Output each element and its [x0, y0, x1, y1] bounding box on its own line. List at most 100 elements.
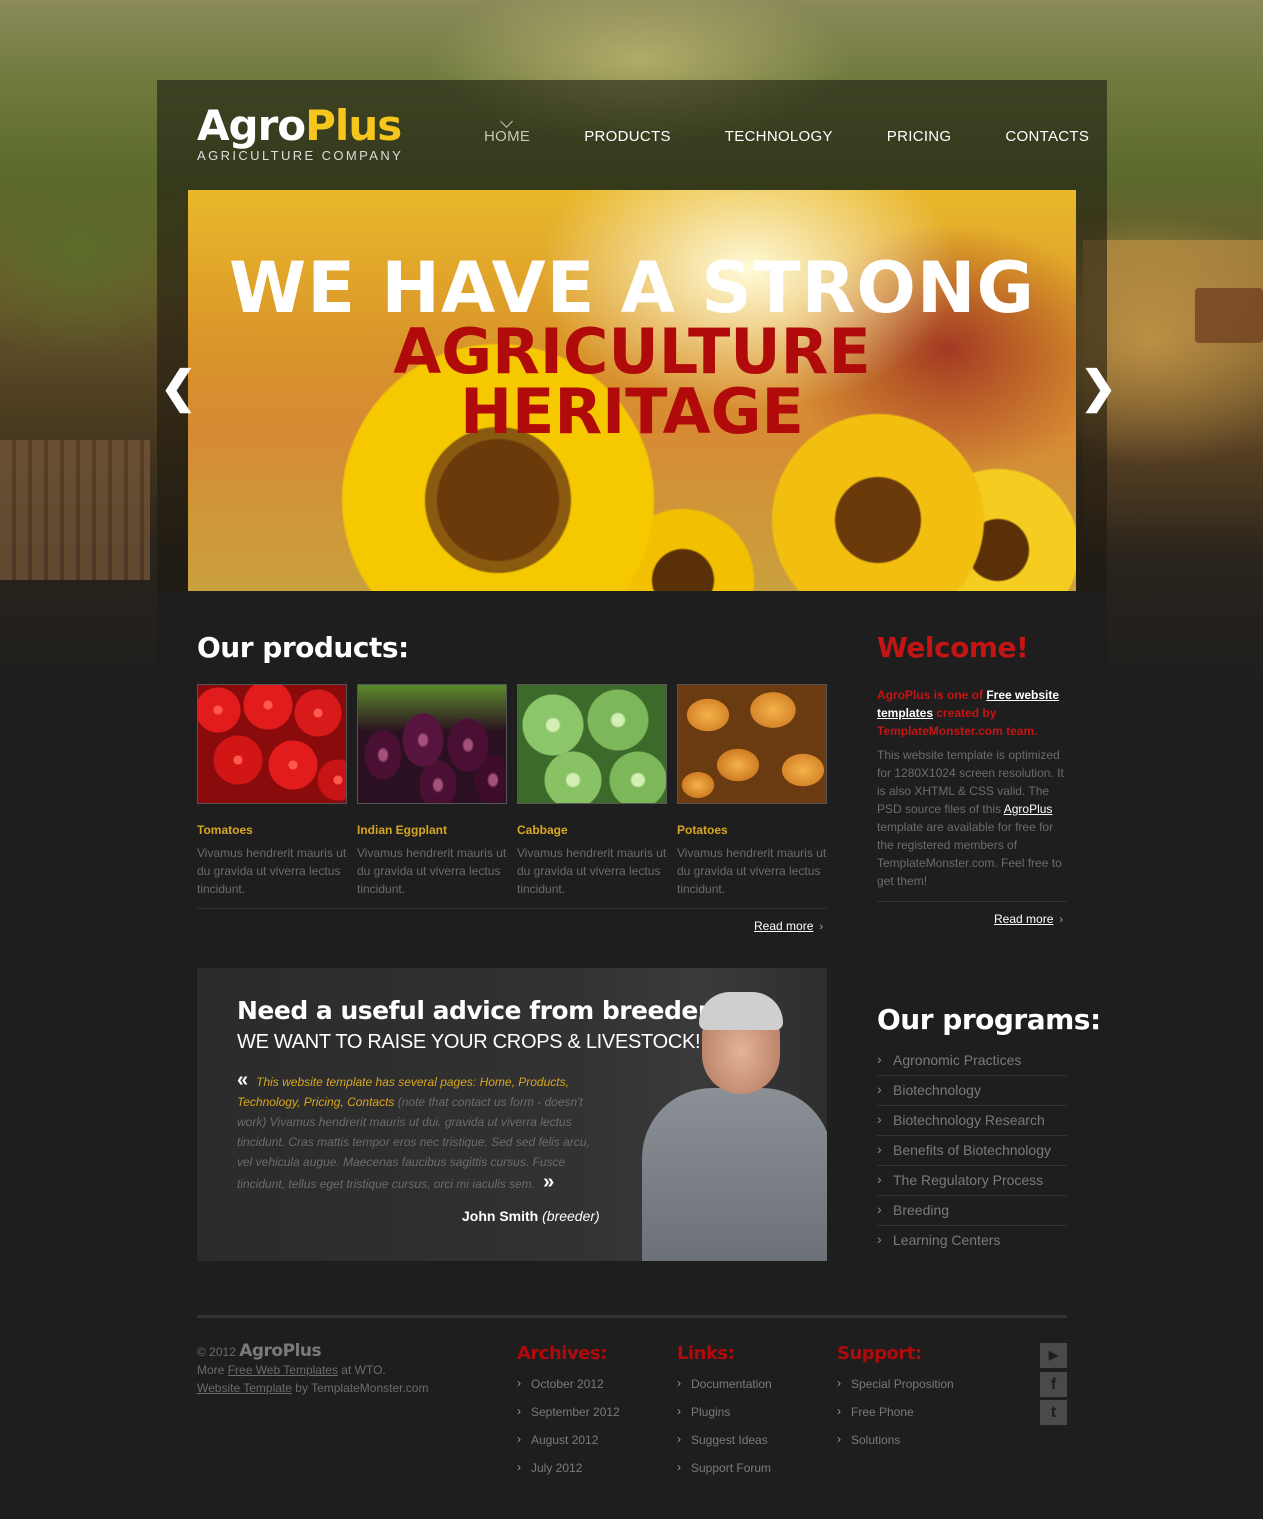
- footer-link[interactable]: Plugins: [677, 1404, 772, 1420]
- nav-contacts[interactable]: CONTACTS: [1005, 128, 1089, 145]
- chevron-right-icon: ›: [819, 921, 824, 933]
- support-link[interactable]: Solutions: [837, 1432, 954, 1448]
- nav-products[interactable]: PRODUCTS: [584, 128, 671, 145]
- youtube-icon[interactable]: ▶: [1040, 1343, 1067, 1368]
- product-title[interactable]: Tomatoes: [197, 823, 347, 837]
- products-divider: [197, 908, 827, 909]
- logo-name-part2: Plus: [305, 101, 402, 150]
- product-card: Tomatoes Vivamus hendrerit mauris ut du …: [197, 684, 347, 898]
- footer-link[interactable]: Support Forum: [677, 1460, 772, 1476]
- welcome-title: Welcome!: [877, 631, 1029, 664]
- support-title: Support:: [837, 1343, 922, 1364]
- product-desc: Vivamus hendrerit mauris ut du gravida u…: [197, 846, 347, 896]
- welcome-read-more-link[interactable]: Read more ›: [994, 912, 1063, 926]
- twitter-icon[interactable]: t: [1040, 1400, 1067, 1425]
- product-title[interactable]: Potatoes: [677, 823, 827, 837]
- logo-tagline: AGRICULTURE COMPANY: [197, 148, 404, 163]
- read-more-label: Read more: [994, 912, 1054, 926]
- eggplant-image[interactable]: [357, 684, 507, 804]
- photo-body: [642, 1088, 827, 1261]
- program-item[interactable]: Learning Centers: [877, 1226, 1067, 1255]
- archives-title: Archives:: [517, 1343, 607, 1364]
- footer-link[interactable]: Suggest Ideas: [677, 1432, 772, 1448]
- sunflower-slide: WE HAVE A STRONG AGRICULTURE HERITAGE: [188, 190, 1076, 591]
- read-more-label: Read more: [754, 919, 814, 933]
- footer-link[interactable]: Documentation: [677, 1376, 772, 1392]
- slider-prev-icon[interactable]: ❮: [160, 366, 197, 410]
- product-desc: Vivamus hendrerit mauris ut du gravida u…: [677, 846, 827, 896]
- footer-divider: [197, 1315, 1067, 1318]
- slider-next-icon[interactable]: ❯: [1080, 366, 1117, 410]
- agroplus-link[interactable]: AgroPlus: [1004, 802, 1053, 816]
- programs-list: Agronomic Practices Biotechnology Biotec…: [877, 1046, 1067, 1256]
- tomatoes-image[interactable]: [197, 684, 347, 804]
- program-item[interactable]: Benefits of Biotechnology: [877, 1136, 1067, 1166]
- testimonial-author: John Smith (breeder): [462, 1208, 600, 1224]
- links-title: Links:: [677, 1343, 735, 1364]
- welcome-intro-text: AgroPlus is one of: [877, 688, 987, 702]
- nav-home[interactable]: HOME: [484, 128, 530, 145]
- program-item[interactable]: Agronomic Practices: [877, 1046, 1067, 1076]
- breeder-photo: [637, 988, 827, 1261]
- welcome-body: This website template is optimized for 1…: [877, 746, 1069, 890]
- nav-pricing[interactable]: PRICING: [887, 128, 952, 145]
- logo[interactable]: AgroPlus AGRICULTURE COMPANY: [197, 101, 404, 164]
- close-quote-icon: »: [543, 1171, 555, 1193]
- page-container: AgroPlus AGRICULTURE COMPANY HOME PRODUC…: [157, 80, 1117, 1519]
- archive-link[interactable]: July 2012: [517, 1460, 620, 1476]
- potatoes-image[interactable]: [677, 684, 827, 804]
- author-name: John Smith: [462, 1208, 539, 1224]
- photo-hair: [699, 992, 783, 1030]
- products-read-more-link[interactable]: Read more ›: [754, 919, 823, 933]
- footer-text: More: [197, 1363, 228, 1377]
- facebook-icon[interactable]: f: [1040, 1372, 1067, 1397]
- product-desc: Vivamus hendrerit mauris ut du gravida u…: [517, 846, 667, 896]
- website-template-link[interactable]: Website Template: [197, 1381, 292, 1395]
- header: AgroPlus AGRICULTURE COMPANY HOME PRODUC…: [157, 80, 1107, 190]
- product-title[interactable]: Indian Eggplant: [357, 823, 507, 837]
- program-item[interactable]: The Regulatory Process: [877, 1166, 1067, 1196]
- open-quote-icon: «: [237, 1069, 249, 1091]
- slide-headline-3: HERITAGE: [460, 375, 804, 448]
- support-link[interactable]: Special Proposition: [837, 1376, 954, 1392]
- program-item[interactable]: Biotechnology: [877, 1076, 1067, 1106]
- product-title[interactable]: Cabbage: [517, 823, 667, 837]
- footer-links: Links: Documentation Plugins Suggest Ide…: [677, 1343, 772, 1476]
- tractor-image: [1195, 288, 1263, 343]
- product-desc: Vivamus hendrerit mauris ut du gravida u…: [357, 846, 507, 896]
- footer-support: Support: Special Proposition Free Phone …: [837, 1343, 954, 1448]
- footer-text: by TemplateMonster.com: [291, 1381, 429, 1395]
- copyright-year: © 2012: [197, 1345, 236, 1359]
- advice-subtitle: WE WANT TO RAISE YOUR CROPS & LIVESTOCK!: [237, 1031, 701, 1053]
- footer-copyright: © 2012 AgroPlus More Free Web Templates …: [197, 1342, 428, 1397]
- product-card: Cabbage Vivamus hendrerit mauris ut du g…: [517, 684, 667, 898]
- product-card: Potatoes Vivamus hendrerit mauris ut du …: [677, 684, 827, 898]
- free-web-templates-link[interactable]: Free Web Templates: [228, 1363, 338, 1377]
- main-content: Our products: Tomatoes Vivamus hendrerit…: [157, 591, 1107, 1519]
- archive-link[interactable]: September 2012: [517, 1404, 620, 1420]
- program-item[interactable]: Breeding: [877, 1196, 1067, 1226]
- quote-text: (note that contact us form - doesn't wor…: [237, 1095, 590, 1191]
- cabbage-image[interactable]: [517, 684, 667, 804]
- welcome-divider: [877, 901, 1067, 902]
- testimonial-quote: «This website template has several pages…: [237, 1070, 605, 1194]
- welcome-intro: AgroPlus is one of Free website template…: [877, 686, 1067, 740]
- logo-name-part1: Agro: [197, 101, 306, 150]
- archive-link[interactable]: August 2012: [517, 1432, 620, 1448]
- hero-slider: WE HAVE A STRONG AGRICULTURE HERITAGE ❮ …: [157, 190, 1117, 591]
- chevron-right-icon: ›: [1059, 914, 1064, 926]
- advice-box: Need a useful advice from breeder? WE WA…: [197, 968, 827, 1261]
- archive-link[interactable]: October 2012: [517, 1376, 620, 1392]
- footer-text: at WTO.: [337, 1363, 386, 1377]
- programs-title: Our programs:: [877, 1003, 1101, 1036]
- welcome-body-text: template are available for free for the …: [877, 820, 1062, 888]
- author-role: (breeder): [542, 1208, 600, 1224]
- program-item[interactable]: Biotechnology Research: [877, 1106, 1067, 1136]
- products-title: Our products:: [197, 631, 409, 664]
- support-link[interactable]: Free Phone: [837, 1404, 954, 1420]
- wagon-image: [0, 440, 150, 580]
- footer-archives: Archives: October 2012 September 2012 Au…: [517, 1343, 620, 1476]
- product-card: Indian Eggplant Vivamus hendrerit mauris…: [357, 684, 507, 898]
- nav-technology[interactable]: TECHNOLOGY: [725, 128, 833, 145]
- main-nav: HOME PRODUCTS TECHNOLOGY PRICING CONTACT…: [457, 128, 1116, 145]
